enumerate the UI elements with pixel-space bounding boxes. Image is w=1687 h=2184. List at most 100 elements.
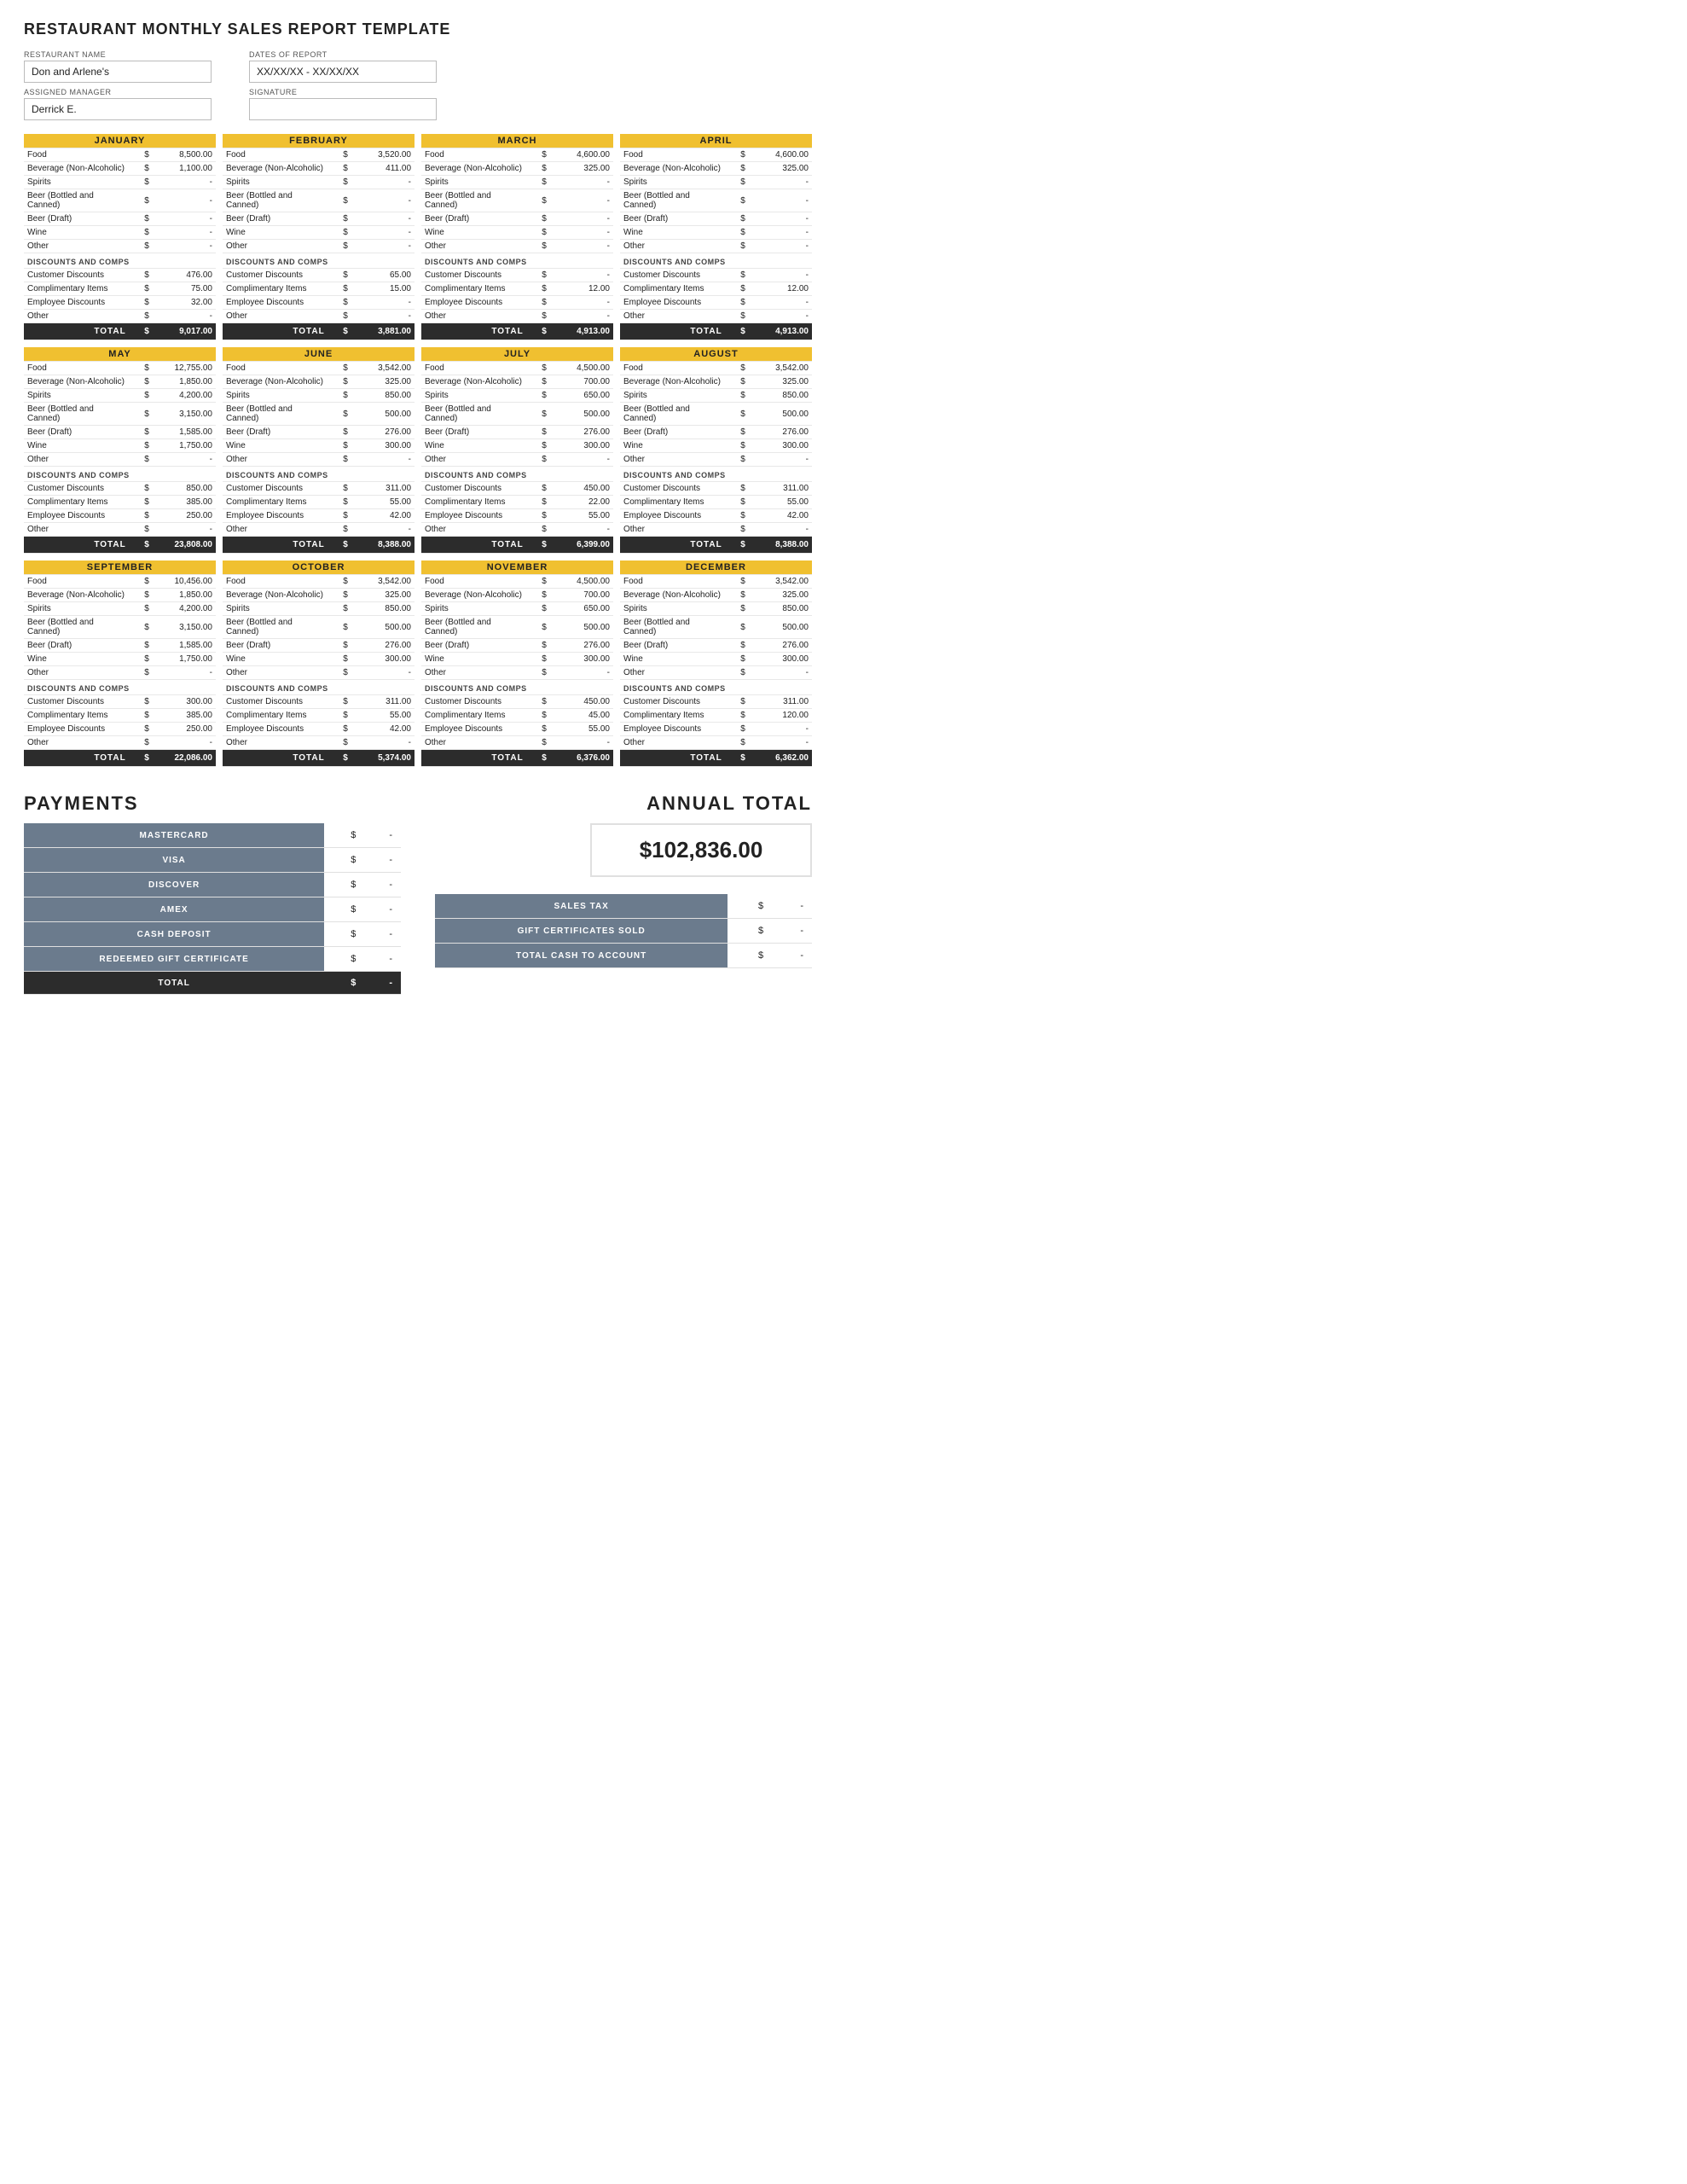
month-table-october: OCTOBER Food $ 3,542.00 Beverage (Non-Al… [223,561,415,767]
row-value: 3,542.00 [351,362,415,375]
payment-row: REDEEMED GIFT CERTIFICATE $ - [24,947,401,972]
total-value: 23,808.00 [153,537,216,554]
row-label: Other [421,523,527,537]
row-label: Food [421,575,527,589]
payment-label: REDEEMED GIFT CERTIFICATE [24,947,324,972]
total-dollar: $ [726,750,749,767]
row-value: 385.00 [153,496,216,509]
row-value: 55.00 [749,496,812,509]
total-dollar: $ [130,537,153,554]
row-value: - [153,453,216,467]
total-label: TOTAL [421,323,527,340]
row-label: Wine [24,439,130,453]
row-value: - [749,736,812,750]
row-label: Beer (Draft) [620,212,726,226]
restaurant-name-input[interactable]: Don and Arlene's [24,61,212,83]
discounts-header: DISCOUNTS AND COMPS [24,680,216,695]
payment-value: - [364,823,401,848]
payment-dollar: $ [324,848,364,873]
dates-input[interactable]: XX/XX/XX - XX/XX/XX [249,61,437,83]
row-value: - [749,723,812,736]
row-value: 42.00 [351,509,415,523]
row-label: Beverage (Non-Alcoholic) [421,162,527,176]
row-dollar: $ [726,709,749,723]
row-value: 1,585.00 [153,639,216,653]
row-label: Beverage (Non-Alcoholic) [223,162,328,176]
row-dollar: $ [328,375,351,389]
month-table-february: FEBRUARY Food $ 3,520.00 Beverage (Non-A… [223,134,415,340]
row-value: - [351,666,415,680]
row-label: Spirits [223,389,328,403]
row-dollar: $ [130,296,153,310]
signature-input[interactable] [249,98,437,120]
row-value: 325.00 [550,162,613,176]
row-label: Customer Discounts [421,695,527,709]
row-dollar: $ [726,575,749,589]
tax-label: SALES TAX [435,894,728,919]
row-label: Other [223,736,328,750]
row-label: Wine [24,226,130,240]
month-header: MAY [24,347,216,362]
row-value: - [351,226,415,240]
row-value: - [749,176,812,189]
row-dollar: $ [527,226,550,240]
row-dollar: $ [726,723,749,736]
annual-amount: $102,836.00 [612,837,790,863]
row-dollar: $ [527,310,550,323]
row-value: 500.00 [351,616,415,639]
row-label: Complimentary Items [223,709,328,723]
row-label: Food [421,362,527,375]
row-dollar: $ [328,653,351,666]
row-value: 4,200.00 [153,602,216,616]
row-label: Wine [223,439,328,453]
row-label: Food [24,362,130,375]
row-dollar: $ [328,189,351,212]
row-label: Food [620,575,726,589]
row-label: Other [24,736,130,750]
row-dollar: $ [130,212,153,226]
row-value: 311.00 [749,695,812,709]
bottom-section: PAYMENTS MASTERCARD $ - VISA $ - DISCOVE… [24,793,812,995]
row-dollar: $ [130,362,153,375]
payment-row: CASH DEPOSIT $ - [24,922,401,947]
discounts-header: DISCOUNTS AND COMPS [24,467,216,482]
row-value: 850.00 [749,602,812,616]
row-label: Wine [421,439,527,453]
row-value: 325.00 [749,162,812,176]
row-label: Complimentary Items [620,496,726,509]
manager-input[interactable]: Derrick E. [24,98,212,120]
row-label: Other [223,310,328,323]
row-dollar: $ [527,616,550,639]
row-value: - [153,310,216,323]
payment-dollar: $ [324,873,364,897]
total-dollar: $ [726,537,749,554]
payment-value: - [364,922,401,947]
row-label: Customer Discounts [223,482,328,496]
tax-label: TOTAL CASH TO ACCOUNT [435,944,728,968]
row-dollar: $ [328,269,351,282]
row-dollar: $ [527,639,550,653]
month-table-december: DECEMBER Food $ 3,542.00 Beverage (Non-A… [620,561,812,767]
payment-label: AMEX [24,897,324,922]
row-value: 120.00 [749,709,812,723]
row-value: - [153,240,216,253]
annual-section: ANNUAL TOTAL $102,836.00 SALES TAX $ - G… [435,793,812,995]
row-value: - [153,176,216,189]
row-value: 276.00 [749,639,812,653]
row-label: Beer (Draft) [620,426,726,439]
row-dollar: $ [130,453,153,467]
row-label: Beverage (Non-Alcoholic) [223,375,328,389]
row-value: 55.00 [550,723,613,736]
row-value: - [153,666,216,680]
row-value: 4,500.00 [550,575,613,589]
row-value: - [749,453,812,467]
payment-dollar: $ [324,922,364,947]
row-value: 1,585.00 [153,426,216,439]
row-dollar: $ [130,176,153,189]
row-value: 500.00 [749,403,812,426]
row-value: 650.00 [550,389,613,403]
row-dollar: $ [527,269,550,282]
row-label: Spirits [223,176,328,189]
row-value: 4,600.00 [749,148,812,162]
row-dollar: $ [527,602,550,616]
